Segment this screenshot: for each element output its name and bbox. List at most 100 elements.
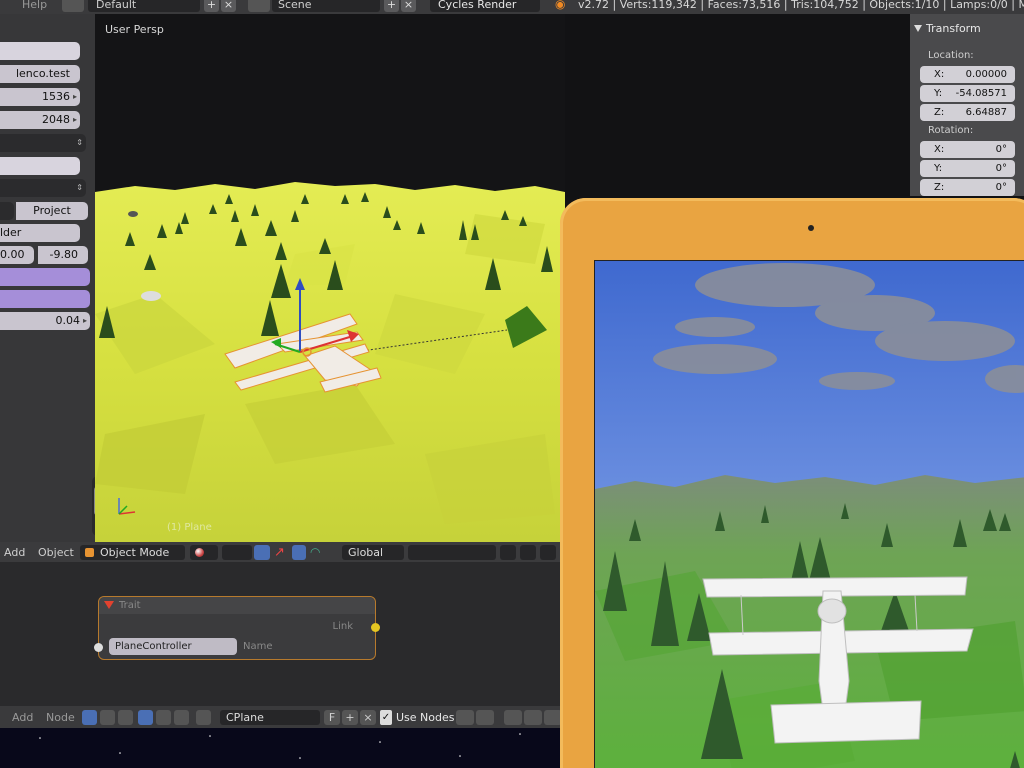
help-menu[interactable]: Help bbox=[22, 0, 47, 12]
resolution-y-value: 2048 bbox=[42, 113, 70, 126]
rotation-label: Rotation: bbox=[928, 125, 974, 136]
rotation-y-field[interactable]: Y: 0° bbox=[920, 160, 1015, 177]
dropdown-field[interactable]: ⇕ bbox=[0, 134, 86, 152]
node-editor-header: Add Node CPlane F + × ✓ Use Nodes bbox=[0, 706, 570, 728]
object-menu[interactable]: Object bbox=[38, 545, 74, 560]
game-render bbox=[595, 261, 1024, 768]
copy-icon[interactable] bbox=[504, 710, 522, 725]
active-object-name: (1) Plane bbox=[167, 522, 212, 533]
transform-orientation-select[interactable]: Global bbox=[342, 545, 404, 560]
unlink-node-tree-button[interactable]: × bbox=[360, 710, 376, 725]
pivot-point-select[interactable] bbox=[222, 545, 252, 560]
fake-user-button[interactable]: F bbox=[324, 710, 340, 725]
axis-value: 0° bbox=[995, 182, 1007, 193]
node-editor[interactable]: Trait Link PlaneController Name bbox=[0, 562, 570, 706]
layer-buttons[interactable] bbox=[408, 545, 496, 560]
screen-close-button[interactable]: × bbox=[221, 0, 236, 12]
arrow-right-icon[interactable]: ▸ bbox=[73, 88, 77, 106]
scene-close-button[interactable]: × bbox=[401, 0, 416, 12]
screen-layout-select[interactable]: Default bbox=[88, 0, 200, 12]
scene-statistics: v2.72 | Verts:119,342 | Faces:73,516 | T… bbox=[578, 0, 1024, 11]
node-name-field[interactable]: PlaneController bbox=[109, 638, 237, 655]
transform-title: Transform bbox=[926, 22, 981, 35]
trait-node[interactable]: Trait Link PlaneController Name bbox=[94, 596, 380, 660]
color-swatch[interactable] bbox=[0, 268, 90, 286]
object-mode-select[interactable]: Object Mode bbox=[80, 545, 185, 560]
gravity-x-field[interactable]: 0.00 bbox=[0, 246, 34, 264]
3d-viewport[interactable]: User Persp (1) Plane bbox=[95, 14, 565, 542]
brush-icon[interactable] bbox=[174, 710, 189, 725]
tablet-device bbox=[560, 198, 1024, 768]
node-menu[interactable]: Node bbox=[46, 710, 75, 725]
axis-label: Z: bbox=[934, 182, 945, 193]
tablet-game-screen[interactable] bbox=[594, 260, 1024, 768]
axis-label: X: bbox=[934, 144, 945, 155]
translate-icon[interactable]: ↗ bbox=[274, 545, 288, 560]
scene-select[interactable]: Scene bbox=[272, 0, 380, 12]
node-tree-type-icon[interactable] bbox=[82, 710, 97, 725]
property-field[interactable] bbox=[0, 157, 80, 175]
checker-icon[interactable] bbox=[118, 710, 133, 725]
axis-label: Z: bbox=[934, 107, 945, 118]
cube-icon bbox=[85, 548, 94, 557]
input-socket[interactable] bbox=[94, 643, 103, 652]
axis-value: 0.00000 bbox=[965, 69, 1007, 80]
texture-icon[interactable] bbox=[100, 710, 115, 725]
resolution-x-field[interactable]: 1536 ▸ bbox=[0, 88, 80, 106]
color-swatch[interactable] bbox=[0, 290, 90, 308]
axis-value: 0° bbox=[995, 144, 1007, 155]
object-nodes-icon[interactable] bbox=[138, 710, 153, 725]
material-icon[interactable] bbox=[156, 710, 171, 725]
photo-of-monitor-and-tablet: Help Default + × Scene + × Cycles Render… bbox=[0, 0, 1024, 768]
toggle-left[interactable] bbox=[0, 202, 14, 220]
scale-icon[interactable]: ◠ bbox=[310, 545, 324, 560]
viewport-shading-select[interactable] bbox=[190, 545, 218, 560]
node-tree-select-icon[interactable] bbox=[196, 710, 211, 725]
project-button[interactable]: Project bbox=[16, 202, 88, 220]
screen-add-button[interactable]: + bbox=[204, 0, 219, 12]
output-socket[interactable] bbox=[371, 623, 380, 632]
new-node-tree-button[interactable]: + bbox=[342, 710, 358, 725]
axis-label: Y: bbox=[934, 163, 943, 174]
resolution-y-field[interactable]: 2048 ▸ bbox=[0, 111, 80, 129]
rotate-icon[interactable] bbox=[292, 545, 306, 560]
resolution-x-value: 1536 bbox=[42, 90, 70, 103]
use-nodes-checkbox[interactable]: ✓ bbox=[380, 710, 392, 725]
viewport-scene bbox=[95, 182, 565, 542]
rotation-x-field[interactable]: X: 0° bbox=[920, 141, 1015, 158]
collapse-triangle-icon[interactable] bbox=[914, 25, 922, 32]
property-field[interactable]: lenco.test bbox=[0, 65, 80, 83]
rotation-z-field[interactable]: Z: 0° bbox=[920, 179, 1015, 196]
arrow-right-icon[interactable]: ▸ bbox=[83, 312, 87, 330]
screen-layout-icon[interactable] bbox=[62, 0, 84, 12]
location-x-field[interactable]: X: 0.00000 bbox=[920, 66, 1015, 83]
axis-value: 0° bbox=[995, 163, 1007, 174]
value-field[interactable]: 0.04 ▸ bbox=[0, 312, 90, 330]
view-axes-icon bbox=[118, 498, 136, 515]
starfield-backdrop bbox=[0, 728, 570, 768]
dropdown-field[interactable]: ⇕ bbox=[0, 179, 86, 197]
node-header[interactable]: Trait bbox=[99, 597, 375, 614]
node-tree-name-field[interactable]: CPlane bbox=[220, 710, 320, 725]
snap-icon[interactable] bbox=[540, 545, 556, 560]
folder-field[interactable]: lder bbox=[0, 224, 80, 242]
backdrop-icon[interactable] bbox=[476, 710, 494, 725]
gravity-z-field[interactable]: -9.80 bbox=[38, 246, 88, 264]
location-y-field[interactable]: Y: -54.08571 bbox=[920, 85, 1015, 102]
collapse-triangle-icon[interactable] bbox=[104, 601, 114, 609]
lock-camera-icon[interactable] bbox=[500, 545, 516, 560]
scene-add-button[interactable]: + bbox=[384, 0, 399, 12]
arrow-right-icon[interactable]: ▸ bbox=[73, 111, 77, 129]
snap-icon[interactable] bbox=[456, 710, 474, 725]
paste-icon[interactable] bbox=[524, 710, 542, 725]
add-menu[interactable]: Add bbox=[12, 710, 33, 725]
property-field[interactable] bbox=[0, 42, 80, 60]
manipulator-toggle[interactable] bbox=[254, 545, 270, 560]
location-z-field[interactable]: Z: 6.64887 bbox=[920, 104, 1015, 121]
add-menu[interactable]: Add bbox=[4, 545, 25, 560]
viewport-header: Add Object Object Mode ↗ ◠ Global bbox=[0, 542, 570, 562]
scene-icon[interactable] bbox=[248, 0, 270, 12]
mode-label: Object Mode bbox=[100, 546, 170, 559]
render-engine-select[interactable]: Cycles Render bbox=[430, 0, 540, 12]
proportional-edit-icon[interactable] bbox=[520, 545, 536, 560]
